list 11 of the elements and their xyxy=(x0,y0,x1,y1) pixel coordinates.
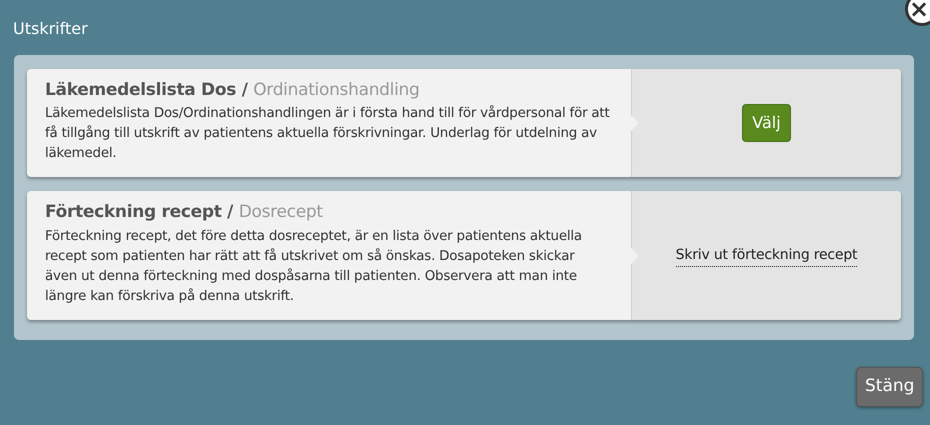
option-title: Förteckning recept / Dosrecept xyxy=(45,202,324,223)
print-link[interactable]: Skriv ut förteckning recept xyxy=(676,244,858,267)
pointer-icon xyxy=(631,115,639,132)
option-description: Läkemedelslista Dos/Ordinationshandlingen är i första hand till för vårdpersonal för att få tillgång till utskrift av patientens aktuella förskrivningar. Underlag för utdelning av läkemedel. xyxy=(45,104,610,164)
dialog-title: Utskrifter xyxy=(13,19,88,38)
pointer-icon xyxy=(631,248,639,264)
option-title: Läkemedelslista Dos / Ordinationshandling xyxy=(45,80,420,100)
option-description: Förteckning recept, det före detta dosreceptet, är en lista över patientens aktuella recept som patienten har rätt att få utskrivet om så önskas. Dosapoteken skickar även ut denna förteckning med dospåsarna till patienten. Observera att man inte längre kan förskriva på denna utskrift. xyxy=(45,228,583,306)
select-button[interactable]: Välj xyxy=(742,104,791,142)
close-icon[interactable]: × xyxy=(905,0,930,26)
close-button[interactable]: Stäng xyxy=(856,367,924,406)
